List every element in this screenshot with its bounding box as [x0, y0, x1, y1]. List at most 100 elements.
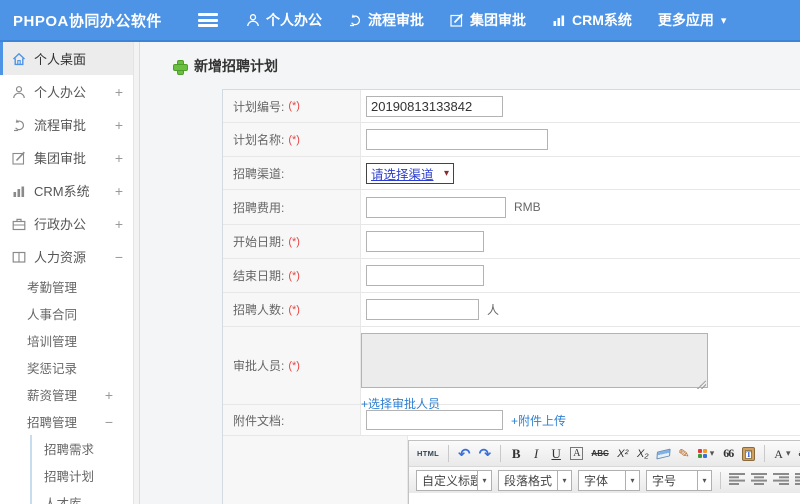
align-right-icon[interactable] [773, 472, 789, 488]
sidebar-scrollbar[interactable] [133, 42, 139, 504]
superscript-button[interactable]: X² [615, 444, 631, 463]
sidebar: 个人桌面 个人办公 + 流程审批 + 集团审批 + CRM系统 + 行政办公 +… [0, 42, 140, 504]
char-border-button[interactable]: A [570, 447, 584, 460]
form-row-headcount: 招聘人数: (*) 人 [223, 293, 800, 327]
required-mark: (*) [288, 303, 300, 316]
expand-icon[interactable]: + [115, 117, 123, 133]
sidebar-item-group-approval[interactable]: 集团审批 + [0, 141, 139, 174]
nav-personal-office[interactable]: 个人办公 [246, 10, 322, 30]
font-color-button[interactable]: A ▾ [772, 444, 792, 463]
top-bar: PHPOA协同办公软件 个人办公 流程审批 集团审批 CRM系统 更多应用 ▾ [0, 0, 800, 42]
form-row-plan-number: 计划编号: (*) [223, 90, 800, 123]
paste-icon[interactable]: T [740, 444, 757, 463]
sidebar-item-training[interactable]: 培训管理 [0, 327, 139, 354]
main-content: 新增招聘计划 计划编号: (*) 计划名称: (*) 招聘渠道: [140, 42, 800, 504]
app-logo: PHPOA协同办公软件 [13, 12, 162, 30]
strikethrough-button[interactable]: ABC [589, 444, 610, 463]
expand-icon[interactable]: + [105, 387, 113, 403]
sidebar-item-hr[interactable]: 人力资源 − [0, 240, 139, 273]
redo-icon[interactable]: ↷ [477, 444, 494, 463]
fee-input[interactable] [366, 196, 506, 218]
caret-down-icon: ▾ [720, 14, 727, 27]
required-mark: (*) [288, 269, 300, 282]
collapse-icon[interactable]: − [115, 249, 123, 265]
sidebar-item-salary[interactable]: 薪资管理 + [0, 381, 139, 408]
blockquote-button[interactable]: 66 [720, 444, 736, 463]
expand-icon[interactable]: + [115, 150, 123, 166]
editor-toolbar-row2: 自定义标题 ▾ 段落格式 ▾ 字体 ▾ 字号 ▾ [409, 466, 800, 493]
font-size-select[interactable]: 字号 ▾ [646, 469, 712, 491]
field-label: 招聘人数: [233, 303, 285, 317]
headcount-input[interactable] [366, 299, 479, 320]
undo-icon[interactable]: ↶ [456, 444, 473, 463]
required-mark: (*) [288, 100, 300, 112]
eraser-icon[interactable] [655, 444, 672, 463]
page-title: 新增招聘计划 [173, 56, 800, 76]
sidebar-item-hr-contract[interactable]: 人事合同 [0, 300, 139, 327]
sidebar-item-talent-pool[interactable]: 人才库 [32, 489, 139, 504]
field-label: 审批人员: [233, 359, 285, 373]
required-mark: (*) [288, 235, 300, 248]
heading-style-select[interactable]: 自定义标题 ▾ [416, 469, 492, 491]
menu-icon[interactable] [198, 13, 218, 27]
attachment-upload-link[interactable]: +附件上传 [511, 412, 566, 429]
start-date-input[interactable] [366, 231, 484, 252]
editor-content-area[interactable] [409, 493, 800, 504]
fee-unit: RMB [514, 200, 541, 214]
required-mark: (*) [288, 359, 300, 372]
sidebar-item-rewards[interactable]: 奖惩记录 [0, 354, 139, 381]
field-label: 招聘费用: [233, 200, 285, 215]
book-icon [12, 251, 26, 263]
form-row-approvers: 审批人员: (*) +选择审批人员 [223, 327, 800, 411]
align-left-icon[interactable] [729, 472, 745, 488]
sidebar-item-recruit-demand[interactable]: 招聘需求 [32, 435, 139, 462]
plan-number-input[interactable] [366, 95, 503, 117]
sidebar-item-workflow-approval[interactable]: 流程审批 + [0, 108, 139, 141]
flow-icon [14, 118, 25, 131]
sidebar-item-personal-office[interactable]: 个人办公 + [0, 75, 139, 108]
highlight-button[interactable]: ab▾ [797, 444, 800, 463]
channel-select[interactable]: 请选择渠道 ▾ [366, 162, 454, 184]
expand-icon[interactable]: + [115, 84, 123, 100]
align-center-icon[interactable] [751, 472, 767, 488]
attachment-input[interactable] [366, 410, 503, 430]
italic-button[interactable]: I [528, 444, 544, 463]
font-family-select[interactable]: 字体 ▾ [578, 469, 640, 491]
palette-icon[interactable]: ▾ [696, 444, 717, 463]
paragraph-format-select[interactable]: 段落格式 ▾ [498, 469, 572, 491]
bold-button[interactable]: B [508, 444, 524, 463]
form-row-plan-name: 计划名称: (*) [223, 123, 800, 157]
sidebar-item-crm[interactable]: CRM系统 + [0, 174, 139, 207]
sidebar-item-recruit-mgmt[interactable]: 招聘管理 − [0, 408, 139, 435]
plan-name-input[interactable] [366, 129, 548, 150]
collapse-icon[interactable]: − [105, 414, 113, 430]
field-label: 招聘渠道: [233, 166, 285, 181]
expand-icon[interactable]: + [115, 216, 123, 232]
underline-button[interactable]: U [548, 444, 564, 463]
sidebar-item-recruit-plan[interactable]: 招聘计划 [32, 462, 139, 489]
richtext-editor: HTML ↶ ↷ B I U A ABC X² X₂ ✎ ▾ 66 T A ▾ … [408, 440, 800, 504]
sidebar-item-desktop[interactable]: 个人桌面 [0, 42, 139, 75]
end-date-input[interactable] [366, 265, 484, 286]
chart-icon [13, 186, 25, 197]
subscript-button[interactable]: X₂ [635, 444, 651, 463]
resize-grip-icon[interactable] [697, 380, 706, 389]
expand-icon[interactable]: + [115, 183, 123, 199]
briefcase-icon [12, 218, 26, 230]
brush-icon[interactable]: ✎ [674, 443, 693, 464]
caret-down-icon: ▾ [626, 469, 640, 491]
align-justify-icon[interactable] [795, 472, 800, 488]
home-icon [13, 52, 25, 65]
nav-group-approval[interactable]: 集团审批 [450, 10, 526, 30]
sidebar-item-admin-office[interactable]: 行政办公 + [0, 207, 139, 240]
caret-down-icon: ▾ [558, 469, 572, 491]
recruit-submenu: 招聘需求 招聘计划 人才库 [30, 435, 139, 504]
approver-textarea[interactable] [361, 333, 708, 388]
nav-more-apps[interactable]: 更多应用 ▾ [658, 10, 727, 30]
nav-crm[interactable]: CRM系统 [552, 10, 632, 30]
edit-icon [450, 13, 463, 27]
sidebar-item-attendance[interactable]: 考勤管理 [0, 273, 139, 300]
html-source-button[interactable]: HTML [415, 444, 441, 463]
required-mark: (*) [288, 133, 300, 146]
nav-workflow-approval[interactable]: 流程审批 [348, 10, 424, 30]
